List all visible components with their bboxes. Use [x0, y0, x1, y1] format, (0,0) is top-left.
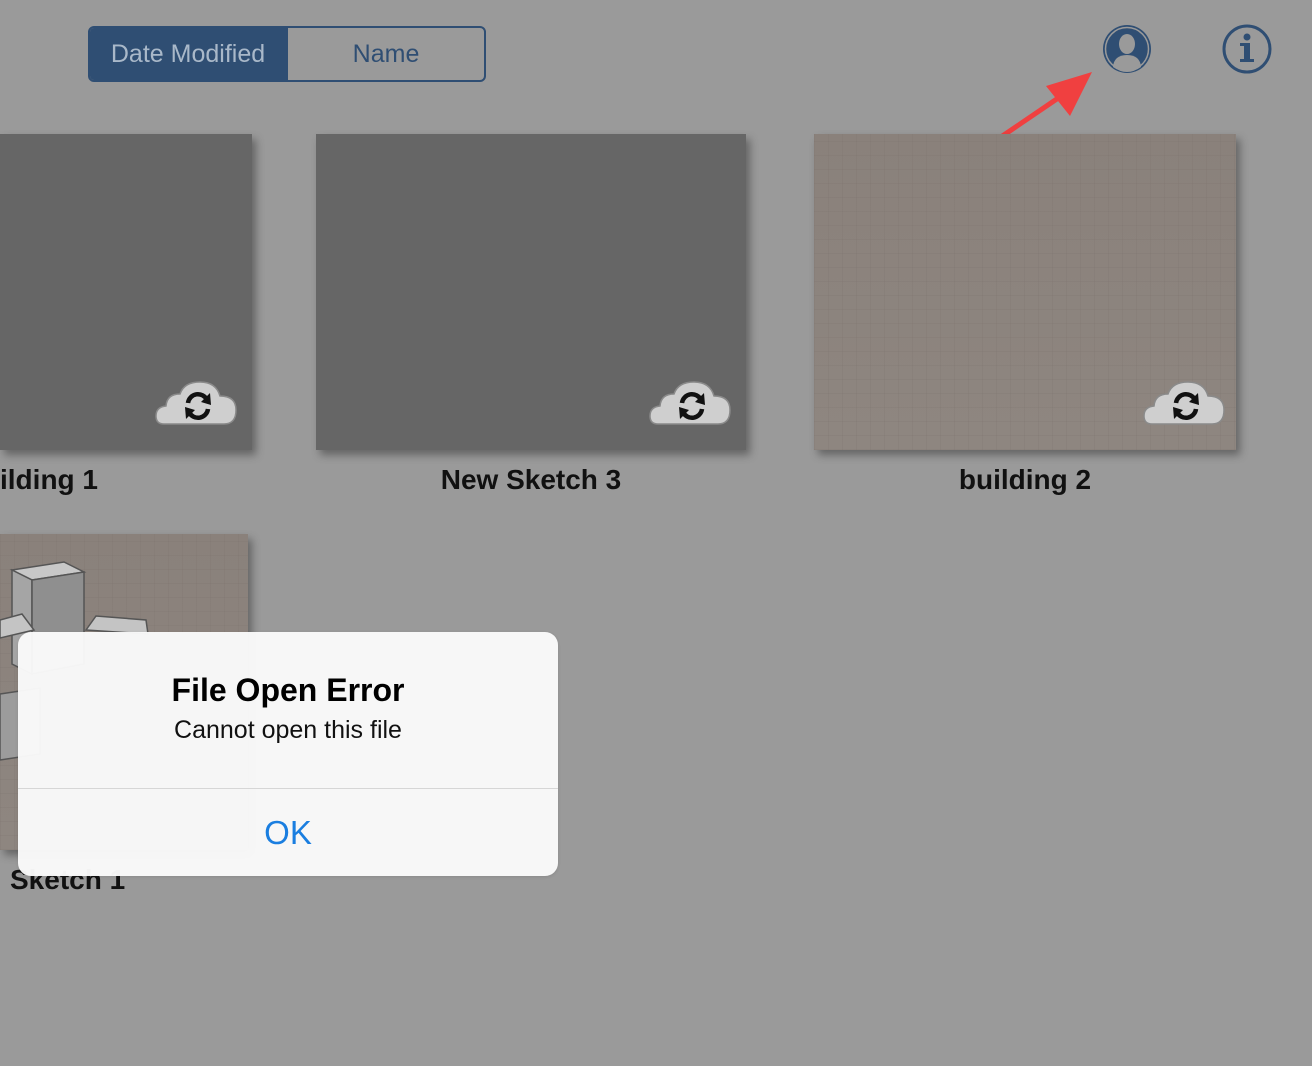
- person-silhouette-icon: [1103, 25, 1151, 73]
- cloud-sync-icon: [649, 381, 731, 425]
- account-button[interactable]: [1100, 22, 1154, 76]
- info-button[interactable]: [1220, 22, 1274, 76]
- file-name-label: New Sketch 3: [440, 464, 622, 495]
- file-open-error-alert: File Open Error Cannot open this file OK: [18, 632, 558, 876]
- cloud-sync-icon: [1143, 381, 1225, 425]
- file-thumbnail: [0, 134, 252, 450]
- file-tile-building-2[interactable]: building 2: [814, 134, 1236, 504]
- file-thumbnail: [814, 134, 1236, 450]
- info-icon: [1222, 24, 1272, 74]
- cloud-sync-icon: [155, 381, 237, 425]
- file-thumbnail: [316, 134, 746, 450]
- file-name-label: building 2: [958, 464, 1092, 495]
- file-name-label: ilding 1: [0, 464, 98, 495]
- sort-name-button[interactable]: Name: [286, 28, 484, 80]
- ok-button[interactable]: OK: [18, 789, 558, 876]
- sort-date-modified-button[interactable]: Date Modified: [90, 28, 286, 80]
- file-tile-building-1[interactable]: ilding 1: [0, 134, 260, 504]
- alert-title: File Open Error: [171, 672, 405, 708]
- sort-segmented-control: Date Modified Name: [88, 26, 486, 82]
- alert-message: Cannot open this file: [174, 716, 402, 744]
- file-tile-new-sketch-3[interactable]: New Sketch 3: [316, 134, 746, 504]
